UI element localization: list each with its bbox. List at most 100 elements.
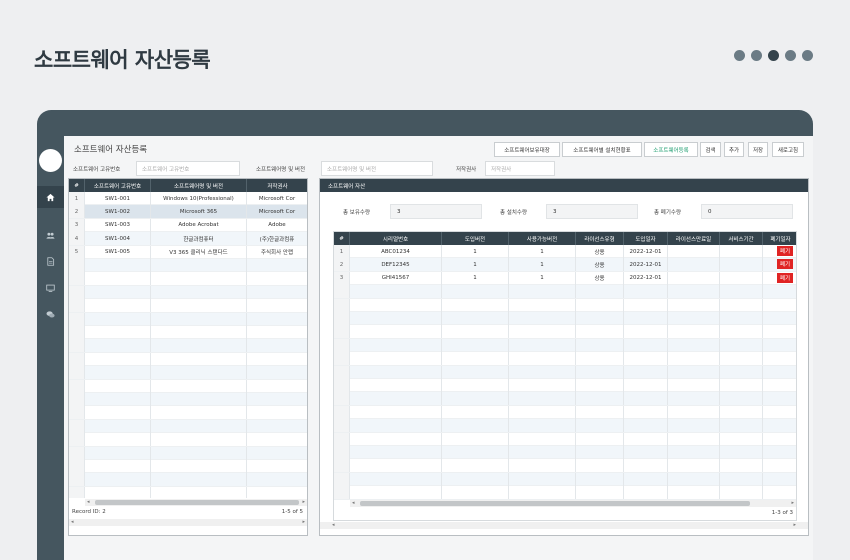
table-cell: SW1-003 <box>85 218 151 232</box>
dispose-button[interactable]: 폐기 <box>777 246 793 256</box>
table-cell <box>624 486 668 500</box>
refresh-button[interactable]: 새로고침 <box>772 142 804 157</box>
table-cell <box>720 459 763 473</box>
scroll-right-icon[interactable]: ▸ <box>302 499 305 505</box>
table-cell: 2022-12-01 <box>624 271 668 285</box>
column-header[interactable]: 폐기일자 <box>763 232 796 245</box>
grid-body: 1 ABC01234 1 1 상용 2022-12-01 폐기 2 DEF12345 1 1 상용 20… <box>334 245 796 500</box>
dispose-button[interactable]: 폐기 <box>777 272 793 283</box>
search-button[interactable]: 검색 <box>700 142 721 157</box>
column-header[interactable]: 서비스기간 <box>720 232 763 245</box>
name-search-label: 소프트웨어명 및 버전 <box>256 167 306 173</box>
table-cell <box>668 285 720 299</box>
bottom-scrollbar[interactable]: ◂ ▸ <box>320 522 808 529</box>
sidebar-item-documents[interactable] <box>37 250 64 272</box>
table-cell <box>69 299 85 313</box>
sidebar-item-users[interactable] <box>37 224 64 246</box>
table-cell <box>509 365 576 379</box>
table-cell <box>720 285 763 299</box>
table-cell <box>69 419 85 433</box>
column-header[interactable]: 소프트웨어명 및 버전 <box>151 179 247 192</box>
column-header[interactable]: 사용가능버전 <box>509 232 576 245</box>
add-button[interactable]: 추가 <box>724 142 744 157</box>
vendor-search-input[interactable]: 저작권사 <box>485 161 555 176</box>
scroll-left-icon[interactable]: ◂ <box>71 519 74 525</box>
scroll-right-icon[interactable]: ▸ <box>791 500 794 506</box>
table-row[interactable]: 2 DEF12345 1 1 상용 2022-12-01 폐기 <box>334 258 796 272</box>
horizontal-scrollbar[interactable]: ◂ ▸ <box>350 500 796 507</box>
pagination-dot[interactable] <box>751 50 762 61</box>
table-row[interactable]: 1 ABC01234 1 1 상용 2022-12-01 폐기 <box>334 245 796 259</box>
empty-row <box>334 298 796 312</box>
column-header[interactable]: # <box>334 232 350 245</box>
column-header[interactable]: 라이선스만료일 <box>668 232 720 245</box>
table-cell <box>85 312 151 326</box>
column-header[interactable]: 시리얼번호 <box>350 232 442 245</box>
scroll-left-icon[interactable]: ◂ <box>332 522 335 528</box>
empty-row <box>334 379 796 393</box>
installed-count-label: 총 설치수량 <box>500 210 528 216</box>
column-header[interactable]: # <box>69 179 85 192</box>
scroll-left-icon[interactable]: ◂ <box>352 500 355 506</box>
table-cell <box>509 352 576 366</box>
install-status-button[interactable]: 소프트웨어별 설치현황표 <box>562 142 642 157</box>
id-search-input[interactable]: 소프트웨어 고유번호 <box>136 161 240 176</box>
sidebar-item-home[interactable] <box>37 186 64 208</box>
bottom-scrollbar[interactable]: ◂ ▸ <box>69 519 307 526</box>
empty-row <box>334 338 796 353</box>
table-cell <box>151 473 247 487</box>
table-cell <box>247 406 307 419</box>
table-cell <box>69 473 85 487</box>
table-cell: GHI41567 <box>350 271 442 285</box>
column-header[interactable]: 저작권사 <box>247 179 308 192</box>
pagination-dot[interactable] <box>734 50 745 61</box>
column-header[interactable]: 도입일자 <box>624 232 668 245</box>
table-cell <box>509 379 576 392</box>
installed-count-field[interactable]: 3 <box>546 204 638 219</box>
dispose-button[interactable]: 폐기 <box>777 259 793 270</box>
table-cell <box>720 245 763 258</box>
scroll-right-icon[interactable]: ▸ <box>793 522 796 528</box>
table-cell <box>720 486 763 500</box>
sidebar-item-chat[interactable] <box>37 303 64 325</box>
table-cell <box>624 432 668 446</box>
table-cell <box>442 312 509 325</box>
name-search-input[interactable]: 소프트웨어명 및 버전 <box>321 161 433 176</box>
inventory-ledger-button[interactable]: 소프트웨어보유대장 <box>494 142 560 157</box>
empty-row <box>69 299 307 313</box>
pagination-dot[interactable] <box>802 50 813 61</box>
sidebar-item-monitor[interactable] <box>37 277 64 299</box>
scroll-right-icon[interactable]: ▸ <box>302 519 305 525</box>
scroll-left-icon[interactable]: ◂ <box>87 499 90 505</box>
column-header[interactable]: 라이선스유형 <box>576 232 624 245</box>
horizontal-scrollbar[interactable]: ◂ ▸ <box>85 499 307 506</box>
table-cell: 폐기 <box>763 258 796 271</box>
register-button[interactable]: 소프트웨어등록 <box>644 142 698 157</box>
table-row[interactable]: 2 SW1-002 Microsoft 365 Microsoft Cor <box>69 205 307 219</box>
table-cell: SW1-001 <box>85 192 151 205</box>
table-row[interactable]: 5 SW1-005 V3 365 클리닉 스탠다드 주식회사 안랩 <box>69 245 307 259</box>
table-cell <box>85 352 151 366</box>
column-header[interactable]: 도입버전 <box>442 232 509 245</box>
avatar[interactable] <box>39 149 62 172</box>
pagination-dot-active[interactable] <box>768 50 779 61</box>
table-row[interactable]: 1 SW1-001 Windows 10(Professional) Microsof… <box>69 192 307 206</box>
scrollbar-thumb[interactable] <box>360 501 750 506</box>
table-cell <box>442 379 509 392</box>
table-row[interactable]: 4 SW1-004 한글과컴퓨터 (주)한글과컴퓨 <box>69 232 307 246</box>
pagination-dot[interactable] <box>785 50 796 61</box>
scrollbar-thumb[interactable] <box>95 500 299 505</box>
column-header[interactable]: 소프트웨어 고유번호 <box>85 179 151 192</box>
table-cell: Adobe Acrobat <box>151 218 247 232</box>
table-cell <box>668 258 720 272</box>
table-cell <box>668 325 720 339</box>
table-cell <box>151 460 247 473</box>
owned-count-field[interactable]: 3 <box>390 204 482 219</box>
table-cell <box>720 338 763 352</box>
table-row[interactable]: 3 SW1-003 Adobe Acrobat Adobe <box>69 218 307 233</box>
table-cell <box>668 459 720 473</box>
save-button[interactable]: 저장 <box>748 142 768 157</box>
disposed-count-field[interactable]: 0 <box>701 204 793 219</box>
empty-row <box>69 339 307 353</box>
table-row[interactable]: 3 GHI41567 1 1 상용 2022-12-01 폐기 <box>334 271 796 286</box>
